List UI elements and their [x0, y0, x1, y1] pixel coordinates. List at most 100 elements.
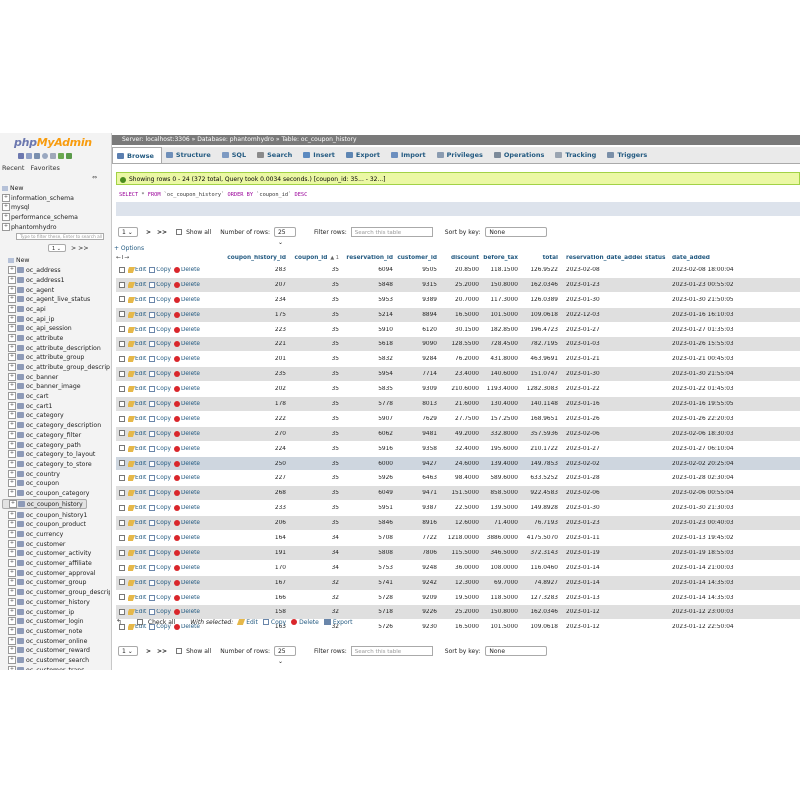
tree-table[interactable]: + oc_cart1 [2, 401, 110, 412]
cell-discount[interactable]: 20.8500 [441, 267, 483, 273]
cell-discount[interactable]: 1218.0000 [441, 535, 483, 541]
rows-per-page-select[interactable]: 25 ⌄ [273, 227, 296, 246]
expand-icon[interactable]: + [8, 469, 16, 478]
cell-discount[interactable]: 12.3000 [441, 580, 483, 586]
cell-reservation-id[interactable]: 5718 [343, 609, 397, 615]
delete-row-button[interactable]: Delete [173, 520, 200, 527]
tree-label[interactable]: oc_banner_image [26, 383, 81, 390]
tree-table[interactable]: + oc_coupon_history [2, 498, 87, 509]
cell-date-added[interactable]: 2023-01-30 21:50:05 [669, 297, 742, 303]
tree-label[interactable]: oc_attribute_group [26, 354, 84, 361]
tree-label[interactable]: oc_customer_search [26, 657, 89, 664]
expand-icon[interactable]: + [8, 636, 16, 645]
row-checkbox[interactable] [119, 281, 125, 288]
cell-before-tax[interactable]: 69.7000 [483, 580, 522, 586]
copy-row-button[interactable]: Copy [149, 371, 171, 378]
edit-row-button[interactable]: Edit [128, 520, 146, 527]
table-row[interactable]: Edit Copy Delete 201 35 5832 9284 76.2000 431.80… [116, 352, 800, 368]
expand-icon[interactable]: + [8, 479, 16, 488]
cell-customer-id[interactable]: 9248 [397, 565, 441, 571]
cell-discount[interactable]: 76.2000 [441, 356, 483, 362]
cell-total[interactable]: 109.0618 [522, 312, 562, 318]
table-row[interactable]: Edit Copy Delete 270 35 6062 9481 49.2000 332.80… [116, 426, 800, 442]
tree-table[interactable]: + oc_banner [2, 372, 110, 383]
tree-table[interactable]: + oc_customer_approval [2, 568, 110, 579]
tree-label[interactable]: performance_schema [11, 214, 78, 221]
tree-label[interactable]: oc_api_ip [26, 316, 54, 323]
cell-reservation-id[interactable]: 5728 [343, 595, 397, 601]
table-row[interactable]: Edit Copy Delete 250 35 6000 9427 24.6000 139.40… [116, 456, 800, 472]
cell-coupon-history-id[interactable]: 223 [214, 327, 290, 333]
table-row[interactable]: Edit Copy Delete 222 35 5907 7629 27.7500 157.25… [116, 411, 800, 427]
cell-reservation-id[interactable]: 5835 [343, 386, 397, 392]
cell-reservation-date-added[interactable]: 2023-01-16 [562, 401, 642, 407]
cell-date-added[interactable]: 2023-02-06 18:30:03 [669, 431, 742, 437]
edit-row-button[interactable]: Edit [128, 371, 146, 378]
expand-icon[interactable]: + [2, 213, 10, 222]
bulk-export-button[interactable]: Export [323, 619, 352, 626]
cell-discount[interactable]: 25.2000 [441, 282, 483, 288]
tree-table[interactable]: + oc_country [2, 469, 110, 480]
copy-row-button[interactable]: Copy [149, 445, 171, 452]
row-checkbox[interactable] [119, 311, 125, 318]
cell-before-tax[interactable]: 858.5000 [483, 490, 522, 496]
cell-coupon-id[interactable]: 35 [290, 327, 343, 333]
expand-icon[interactable]: + [8, 617, 16, 626]
expand-icon[interactable]: + [2, 222, 10, 231]
copy-row-button[interactable]: Copy [149, 400, 171, 407]
cell-reservation-date-added[interactable]: 2023-01-19 [562, 550, 642, 556]
tree-table[interactable]: + oc_customer_online [2, 636, 110, 647]
tab-browse[interactable]: Browse [112, 147, 162, 163]
cell-customer-id[interactable]: 7714 [397, 371, 441, 377]
cell-reservation-date-added[interactable]: 2023-01-22 [562, 386, 642, 392]
tab-tracking[interactable]: Tracking [551, 147, 603, 163]
cell-coupon-history-id[interactable]: 206 [214, 520, 290, 526]
cell-discount[interactable]: 19.5000 [441, 595, 483, 601]
cell-date-added[interactable]: 2023-01-22 01:45:03 [669, 386, 742, 392]
copy-row-button[interactable]: Copy [149, 266, 171, 273]
tree-label[interactable]: oc_customer_approval [26, 570, 96, 577]
cell-customer-id[interactable]: 9226 [397, 609, 441, 615]
tree-label[interactable]: oc_customer_trans [26, 667, 84, 670]
cell-discount[interactable]: 210.6000 [441, 386, 483, 392]
expand-icon[interactable]: + [8, 343, 16, 352]
tree-table[interactable]: + oc_category_to_layout [2, 450, 110, 460]
row-checkbox[interactable] [119, 326, 125, 333]
cell-reservation-id[interactable]: 5214 [343, 312, 397, 318]
home-icon[interactable] [18, 153, 24, 159]
tree-label[interactable]: oc_cart1 [26, 403, 52, 410]
tree-label[interactable]: oc_customer_online [26, 638, 87, 645]
tree-label[interactable]: oc_category_to_store [26, 461, 92, 468]
cell-total[interactable]: 1282.3083 [522, 386, 562, 392]
cell-before-tax[interactable]: 130.4000 [483, 401, 522, 407]
tree-table[interactable]: + oc_api_session [2, 324, 110, 334]
cell-before-tax[interactable]: 1193.4000 [483, 386, 522, 392]
cell-coupon-history-id[interactable]: 233 [214, 505, 290, 511]
expand-icon[interactable]: + [8, 266, 16, 275]
cell-coupon-history-id[interactable]: 250 [214, 461, 290, 467]
cell-reservation-date-added[interactable]: 2023-01-30 [562, 505, 642, 511]
cell-coupon-id[interactable]: 35 [290, 297, 343, 303]
tree-table[interactable]: + oc_customer_affiliate [2, 559, 110, 569]
cell-total[interactable]: 109.0618 [522, 624, 562, 630]
cell-date-added[interactable]: 2023-01-27 01:35:03 [669, 327, 742, 333]
cell-reservation-id[interactable]: 6049 [343, 490, 397, 496]
cell-customer-id[interactable]: 9427 [397, 461, 441, 467]
cell-coupon-id[interactable]: 35 [290, 401, 343, 407]
edit-row-button[interactable]: Edit [128, 594, 146, 601]
cell-reservation-id[interactable]: 5907 [343, 416, 397, 422]
copy-row-button[interactable]: Copy [149, 475, 171, 482]
cell-coupon-history-id[interactable]: 224 [214, 446, 290, 452]
cell-coupon-id[interactable]: 35 [290, 505, 343, 511]
delete-row-button[interactable]: Delete [173, 609, 200, 616]
cell-reservation-id[interactable]: 5953 [343, 297, 397, 303]
edit-row-button[interactable]: Edit [128, 311, 146, 318]
tree-table[interactable]: + oc_category_description [2, 421, 110, 431]
phpmyadmin-logo[interactable]: phpMyAdmin [14, 136, 92, 149]
cell-total[interactable]: 4175.5070 [522, 535, 562, 541]
rows-per-page-select-bottom[interactable]: 25 ⌄ [273, 646, 296, 665]
tree-table[interactable]: + oc_address1 [2, 275, 110, 286]
delete-row-button[interactable]: Delete [173, 475, 200, 482]
tree-table[interactable]: + oc_customer_group_descripti [2, 588, 110, 598]
bulk-edit-button[interactable]: Edit [237, 619, 258, 626]
